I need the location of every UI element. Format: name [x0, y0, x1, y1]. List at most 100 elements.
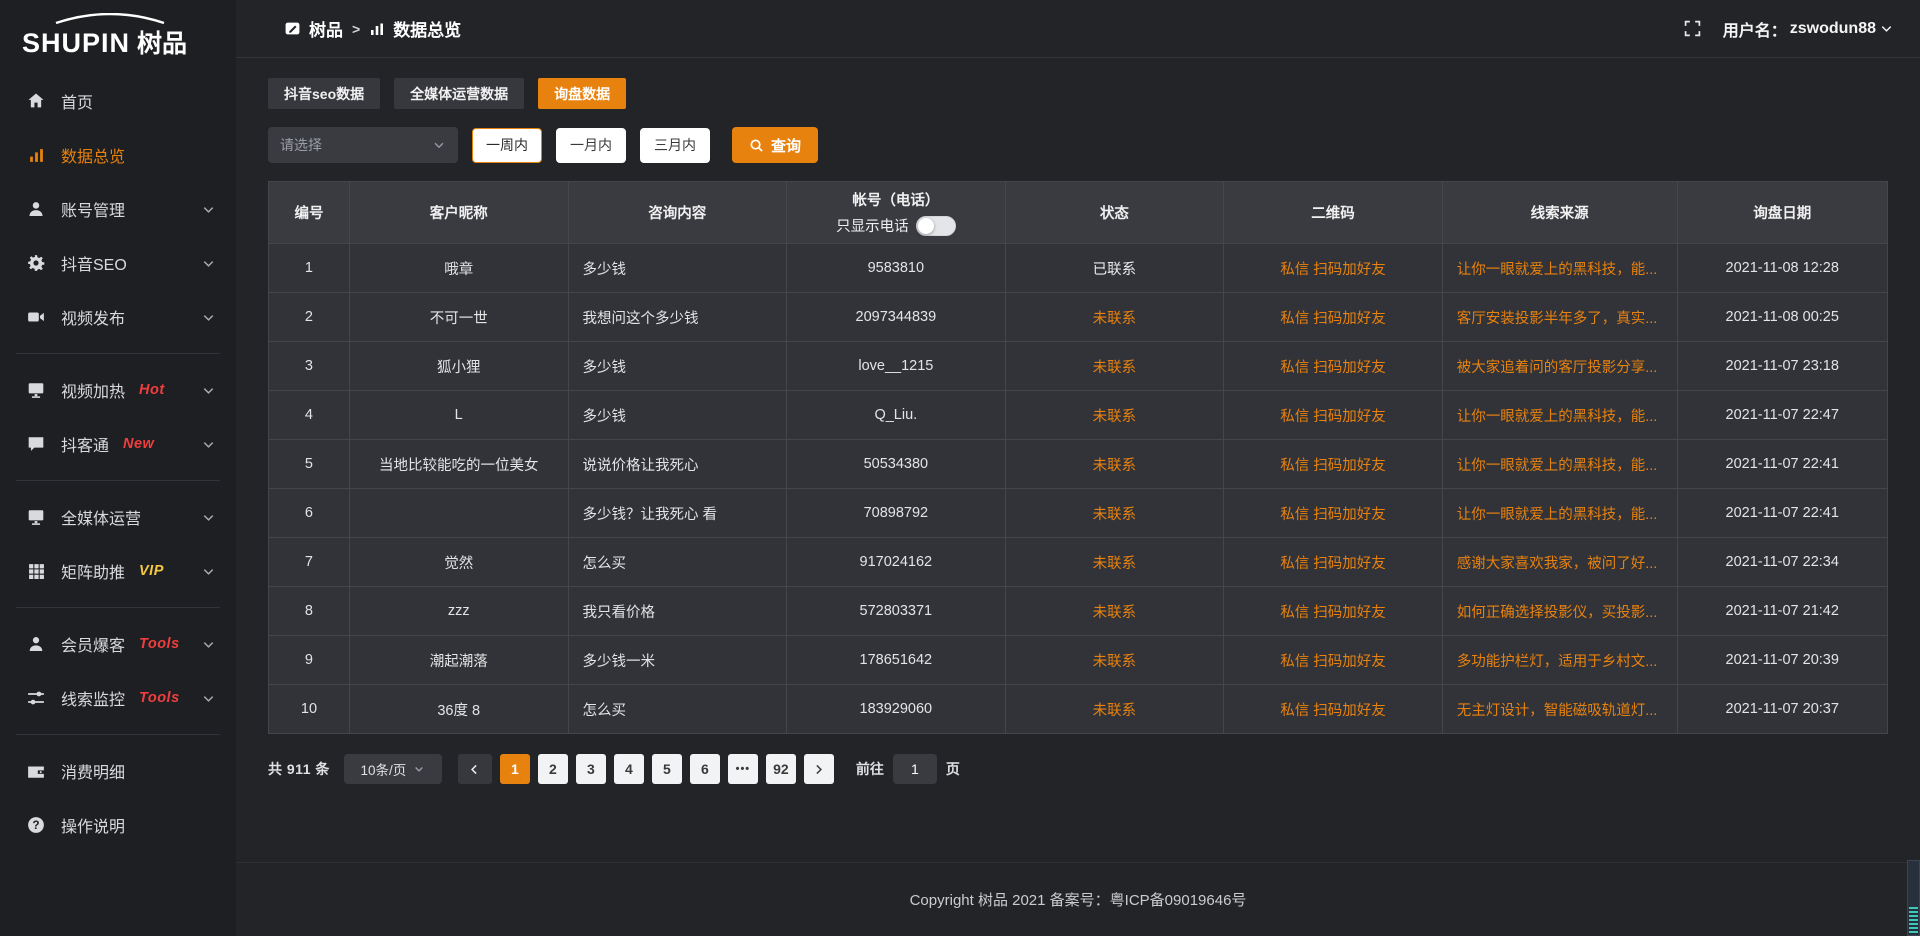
lead-source-link[interactable]: 如何正确选择投影仪，买投影... — [1457, 605, 1658, 621]
cell-nickname: L — [349, 391, 568, 440]
wallet-icon — [26, 761, 46, 781]
badge: Hot — [139, 382, 165, 398]
sidebar-item-douyin-seo[interactable]: 抖音SEO — [0, 236, 236, 290]
qr-add-friend-link[interactable]: 私信 扫码加好友 — [1280, 703, 1386, 719]
qr-add-friend-link[interactable]: 私信 扫码加好友 — [1280, 360, 1386, 376]
cell-id: 10 — [269, 685, 350, 734]
qr-add-friend-link[interactable]: 私信 扫码加好友 — [1280, 409, 1386, 425]
qr-add-friend-link[interactable]: 私信 扫码加好友 — [1280, 654, 1386, 670]
cell-account: 50534380 — [787, 440, 1006, 489]
table-row: 1 哦章 多少钱 9583810 已联系 私信 扫码加好友 让你一眼就爱上的黑科… — [269, 244, 1888, 293]
lead-source-link[interactable]: 客厅安装投影半年多了，真实... — [1457, 311, 1658, 327]
username-label: 用户名： — [1723, 17, 1787, 41]
chevron-down-icon — [201, 691, 216, 706]
lead-source-link[interactable]: 让你一眼就爱上的黑科技，能... — [1457, 262, 1658, 278]
breadcrumb-separator: > — [352, 21, 360, 37]
cell-content: 多少钱一米 — [568, 636, 787, 685]
lead-source-link[interactable]: 让你一眼就爱上的黑科技，能... — [1457, 507, 1658, 523]
sidebar-item-video-publish[interactable]: 视频发布 — [0, 290, 236, 344]
cell-nickname: 不可一世 — [349, 293, 568, 342]
badge: Tools — [139, 636, 180, 652]
inquiry-table: 编号客户昵称咨询内容帐号（电话）只显示电话状态二维码线索来源询盘日期 1 哦章 … — [268, 181, 1888, 734]
column-header-1: 编号 — [269, 182, 350, 244]
footer: Copyright 树品 2021 备案号：粤ICP备09019646号 — [236, 862, 1920, 936]
scrollbar-thumb[interactable] — [1909, 907, 1918, 933]
prev-page-button[interactable] — [458, 754, 492, 784]
logo[interactable]: SHUPIN 树品 — [0, 8, 236, 64]
column-header-account-title: 帐号（电话） — [787, 189, 1005, 210]
chevron-left-icon — [468, 763, 481, 776]
sidebar-item-omni-media-operation[interactable]: 全媒体运营 — [0, 490, 236, 544]
page-button-3[interactable]: 3 — [576, 754, 606, 784]
table-row: 5 当地比较能吃的一位美女 说说价格让我死心 50534380 未联系 私信 扫… — [269, 440, 1888, 489]
chevron-down-icon — [201, 510, 216, 525]
tab-1[interactable]: 抖音seo数据 — [268, 78, 380, 109]
breadcrumb-page[interactable]: 数据总览 — [369, 16, 461, 41]
sidebar-item-data-overview[interactable]: 数据总览 — [0, 128, 236, 182]
lead-source-link[interactable]: 无主灯设计，智能磁吸轨道灯... — [1457, 703, 1658, 719]
qr-add-friend-link[interactable]: 私信 扫码加好友 — [1280, 556, 1386, 572]
sidebar-item-label: 矩阵助推 — [61, 559, 125, 583]
page-button-2[interactable]: 2 — [538, 754, 568, 784]
qr-add-friend-link[interactable]: 私信 扫码加好友 — [1280, 507, 1386, 523]
page-button-5[interactable]: 5 — [652, 754, 682, 784]
page-size-value: 10条/页 — [360, 759, 406, 779]
chevron-down-icon — [201, 256, 216, 271]
cell-nickname: 觉然 — [349, 538, 568, 587]
qr-add-friend-link[interactable]: 私信 扫码加好友 — [1280, 311, 1386, 327]
range-button-1[interactable]: 一周内 — [472, 128, 542, 163]
inquiry-table-wrap: 编号客户昵称咨询内容帐号（电话）只显示电话状态二维码线索来源询盘日期 1 哦章 … — [268, 181, 1888, 734]
cell-nickname: 哦章 — [349, 244, 568, 293]
topbar: 树品 > 数据总览 用户名： zswodun88 — [236, 0, 1920, 58]
lead-source-link[interactable]: 多功能护栏灯，适用于乡村文... — [1457, 654, 1658, 670]
page-button-92[interactable]: 92 — [766, 754, 796, 784]
sidebar-divider — [16, 607, 220, 608]
sidebar-item-video-heating[interactable]: 视频加热 Hot — [0, 363, 236, 417]
query-button[interactable]: 查询 — [732, 127, 818, 163]
column-header-5: 状态 — [1005, 182, 1224, 244]
column-header-2: 客户昵称 — [349, 182, 568, 244]
tab-2[interactable]: 全媒体运营数据 — [394, 78, 524, 109]
sliders-icon — [26, 688, 46, 708]
table-row: 10 36度 8 怎么买 183929060 未联系 私信 扫码加好友 无主灯设… — [269, 685, 1888, 734]
lead-source-link[interactable]: 让你一眼就爱上的黑科技，能... — [1457, 458, 1658, 474]
range-button-2[interactable]: 一月内 — [556, 128, 626, 163]
filter-select[interactable]: 请选择 — [268, 127, 458, 163]
chevron-down-icon — [201, 310, 216, 325]
qr-add-friend-link[interactable]: 私信 扫码加好友 — [1280, 605, 1386, 621]
phone-only-toggle[interactable] — [916, 216, 956, 236]
lead-source-link[interactable]: 感谢大家喜欢我家，被问了好... — [1457, 556, 1658, 572]
grid-icon — [26, 561, 46, 581]
scrollbar-widget[interactable] — [1907, 860, 1920, 936]
breadcrumb-app[interactable]: 树品 — [284, 16, 343, 41]
sidebar-item-douketong[interactable]: 抖客通 New — [0, 417, 236, 471]
tab-3[interactable]: 询盘数据 — [538, 78, 626, 109]
next-page-button[interactable] — [804, 754, 834, 784]
goto-page-input[interactable] — [893, 754, 937, 784]
lead-source-link[interactable]: 让你一眼就爱上的黑科技，能... — [1457, 409, 1658, 425]
sidebar-item-operation-guide[interactable]: ? 操作说明 — [0, 798, 236, 852]
badge: Tools — [139, 690, 180, 706]
page-ellipsis[interactable]: ••• — [728, 754, 758, 784]
cell-account: Q_Liu. — [787, 391, 1006, 440]
total-count: 共 911 条 — [268, 759, 330, 779]
sidebar: SHUPIN 树品 首页 数据总览 账号管理 抖音SEO 视频发布 视频加热 H… — [0, 0, 236, 936]
qr-add-friend-link[interactable]: 私信 扫码加好友 — [1280, 458, 1386, 474]
fullscreen-icon[interactable] — [1684, 20, 1701, 37]
qr-add-friend-link[interactable]: 私信 扫码加好友 — [1280, 262, 1386, 278]
page-button-6[interactable]: 6 — [690, 754, 720, 784]
logo-text-en: SHUPIN — [22, 28, 130, 59]
sidebar-item-home[interactable]: 首页 — [0, 74, 236, 128]
page-button-4[interactable]: 4 — [614, 754, 644, 784]
cell-account: 572803371 — [787, 587, 1006, 636]
sidebar-item-consumption-detail[interactable]: 消费明细 — [0, 744, 236, 798]
sidebar-item-lead-monitor[interactable]: 线索监控 Tools — [0, 671, 236, 725]
range-button-3[interactable]: 三月内 — [640, 128, 710, 163]
sidebar-item-matrix-boost[interactable]: 矩阵助推 VIP — [0, 544, 236, 598]
sidebar-item-account-management[interactable]: 账号管理 — [0, 182, 236, 236]
user-menu[interactable]: 用户名： zswodun88 — [1723, 17, 1894, 41]
page-size-select[interactable]: 10条/页 — [344, 754, 442, 784]
sidebar-item-member-baoke[interactable]: 会员爆客 Tools — [0, 617, 236, 671]
page-button-1[interactable]: 1 — [500, 754, 530, 784]
lead-source-link[interactable]: 被大家追着问的客厅投影分享... — [1457, 360, 1658, 376]
